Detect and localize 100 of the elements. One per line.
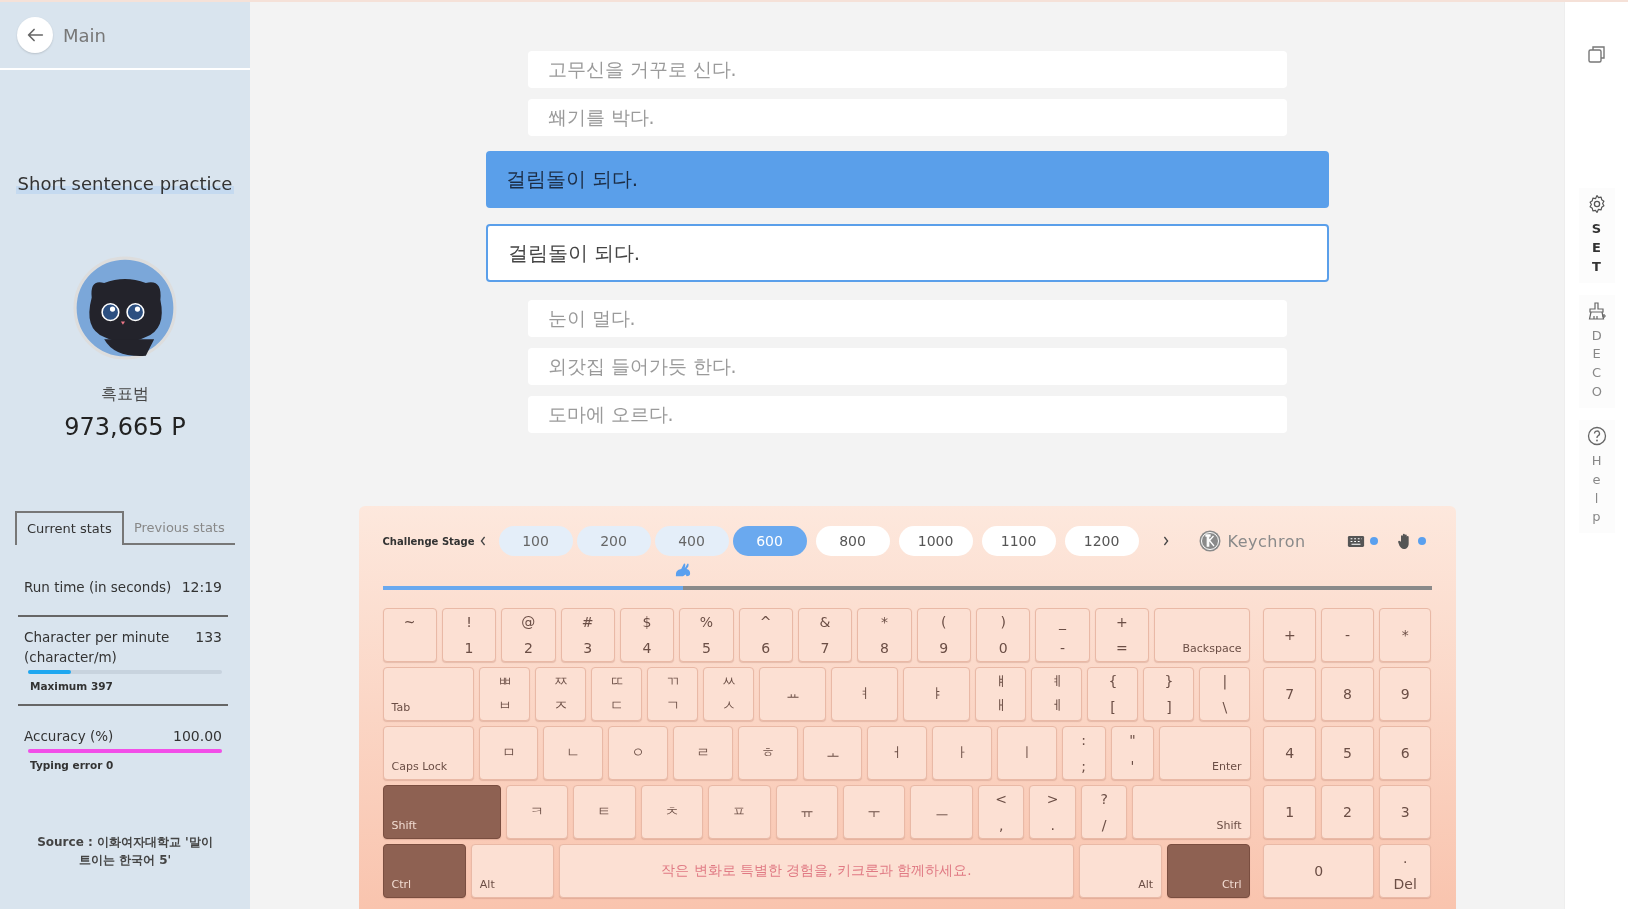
key[interactable]: $ 4 (619, 608, 675, 662)
key-legend: : (1081, 732, 1087, 748)
key[interactable]: Shift (1132, 785, 1251, 839)
key[interactable]: _ - (1035, 608, 1090, 662)
key[interactable]: ㅆ ㅅ (703, 667, 755, 721)
copy-icon[interactable] (1586, 44, 1607, 64)
key[interactable]: 8 (1321, 667, 1374, 721)
key-legend: ㅅ (721, 697, 736, 715)
key[interactable]: 7 (1263, 667, 1317, 721)
key[interactable]: 6 (1378, 726, 1432, 780)
key[interactable]: ~ (382, 608, 437, 662)
key[interactable]: < , (977, 785, 1025, 839)
key[interactable]: > . (1029, 785, 1076, 839)
key[interactable]: 0 (1263, 844, 1374, 898)
key[interactable]: 3 (1378, 785, 1432, 839)
key[interactable]: 2 (1321, 785, 1374, 839)
key[interactable]: 9 (1378, 667, 1432, 721)
key[interactable]: ㅛ (759, 667, 827, 721)
key[interactable]: Tab (382, 667, 475, 721)
key[interactable]: . Del (1378, 844, 1432, 898)
key[interactable]: ㅡ (910, 785, 973, 839)
indicator-dot (1369, 537, 1378, 545)
key[interactable]: ㅇ (608, 726, 669, 780)
key[interactable]: ㅏ (932, 726, 992, 780)
back-button[interactable] (17, 17, 53, 53)
key[interactable]: - (1321, 608, 1374, 662)
key[interactable]: ㅣ (997, 726, 1057, 780)
key[interactable]: ㅑ (903, 667, 971, 721)
key[interactable]: 1 (1263, 785, 1317, 839)
key[interactable]: ) 0 (975, 608, 1031, 662)
key[interactable]: + = (1094, 608, 1149, 662)
points-value: 973,665 P (64, 413, 186, 441)
key[interactable]: 4 (1263, 726, 1317, 780)
key[interactable]: ㅓ (867, 726, 928, 780)
key[interactable]: Alt (1078, 844, 1163, 898)
key-legend: ㅔ (1049, 697, 1064, 715)
back-label[interactable]: Main (63, 24, 106, 46)
key[interactable]: " ' (1110, 726, 1155, 780)
stage-button[interactable]: 100 (498, 526, 573, 556)
key-legend: ! (466, 614, 472, 630)
key[interactable]: * (1378, 608, 1432, 662)
key-legend: ㅂ (497, 697, 512, 715)
key[interactable]: Ctrl (1167, 844, 1251, 898)
key[interactable]: Alt (470, 844, 555, 898)
key[interactable]: ? / (1080, 785, 1128, 839)
key[interactable]: @ 2 (501, 608, 556, 662)
key[interactable]: ㅋ (505, 785, 569, 839)
sentence-item: 도마에 오르다. (527, 396, 1287, 433)
key[interactable]: ㅍ (708, 785, 771, 839)
key[interactable]: } ] (1143, 667, 1195, 721)
key[interactable]: * 8 (857, 608, 912, 662)
key[interactable]: ㄸ ㄷ (591, 667, 643, 721)
key[interactable]: ㅌ (573, 785, 636, 839)
key[interactable]: ㅖ ㅔ (1031, 667, 1083, 721)
key[interactable]: Backspace (1153, 608, 1251, 662)
stage-button[interactable]: 400 (654, 526, 729, 556)
key[interactable]: ㅁ (478, 726, 539, 780)
key[interactable]: ㅠ (775, 785, 838, 839)
key[interactable]: ㄲ ㄱ (647, 667, 699, 721)
stage-button[interactable]: 800 (815, 526, 890, 556)
stage-button[interactable]: 1000 (898, 526, 973, 556)
key[interactable]: ㅕ (831, 667, 899, 721)
key[interactable]: 5 (1321, 726, 1374, 780)
key[interactable]: ㅜ (843, 785, 906, 839)
key[interactable]: ㅎ (737, 726, 798, 780)
key[interactable]: ㅗ (802, 726, 863, 780)
key[interactable]: + (1263, 608, 1317, 662)
stage-button[interactable]: 200 (576, 526, 651, 556)
key[interactable]: ㅃ ㅂ (479, 667, 531, 721)
key[interactable]: ㅒ ㅐ (975, 667, 1027, 721)
key[interactable]: ㅊ (640, 785, 704, 839)
key-legend: [ (1110, 699, 1116, 715)
stage-button[interactable]: 1100 (981, 526, 1056, 556)
key[interactable]: Caps Lock (382, 726, 474, 780)
key[interactable]: # 3 (560, 608, 615, 662)
stage-button[interactable]: 1200 (1064, 526, 1139, 556)
key[interactable]: ( 9 (916, 608, 971, 662)
key-legend: | (1222, 673, 1228, 689)
keyboard-icon[interactable] (1346, 534, 1365, 548)
key-legend: ㄱ (665, 697, 680, 715)
chevron-left-icon[interactable] (478, 535, 487, 547)
key[interactable]: Shift (382, 785, 501, 839)
key[interactable]: Enter (1159, 726, 1251, 780)
key[interactable]: ㅉ ㅈ (535, 667, 587, 721)
key[interactable]: ^ 6 (738, 608, 793, 662)
key[interactable]: Ctrl (382, 844, 466, 898)
key[interactable]: & 7 (797, 608, 853, 662)
key-legend: ㅖ (1049, 673, 1064, 691)
key-legend: Del (1393, 876, 1417, 892)
typing-input[interactable]: 걸림돌이 되다. (485, 224, 1329, 282)
key[interactable]: ! 1 (441, 608, 497, 662)
key[interactable]: ㄹ (673, 726, 733, 780)
key[interactable]: { [ (1087, 667, 1139, 721)
key[interactable]: | \ (1199, 667, 1251, 721)
key-legend: . (1402, 850, 1408, 866)
stats-tab[interactable]: Current stats (15, 511, 124, 545)
key[interactable]: ㄴ (543, 726, 604, 780)
chevron-right-icon[interactable] (1161, 535, 1170, 547)
key[interactable]: % 5 (679, 608, 734, 662)
key[interactable]: : ; (1061, 726, 1106, 780)
